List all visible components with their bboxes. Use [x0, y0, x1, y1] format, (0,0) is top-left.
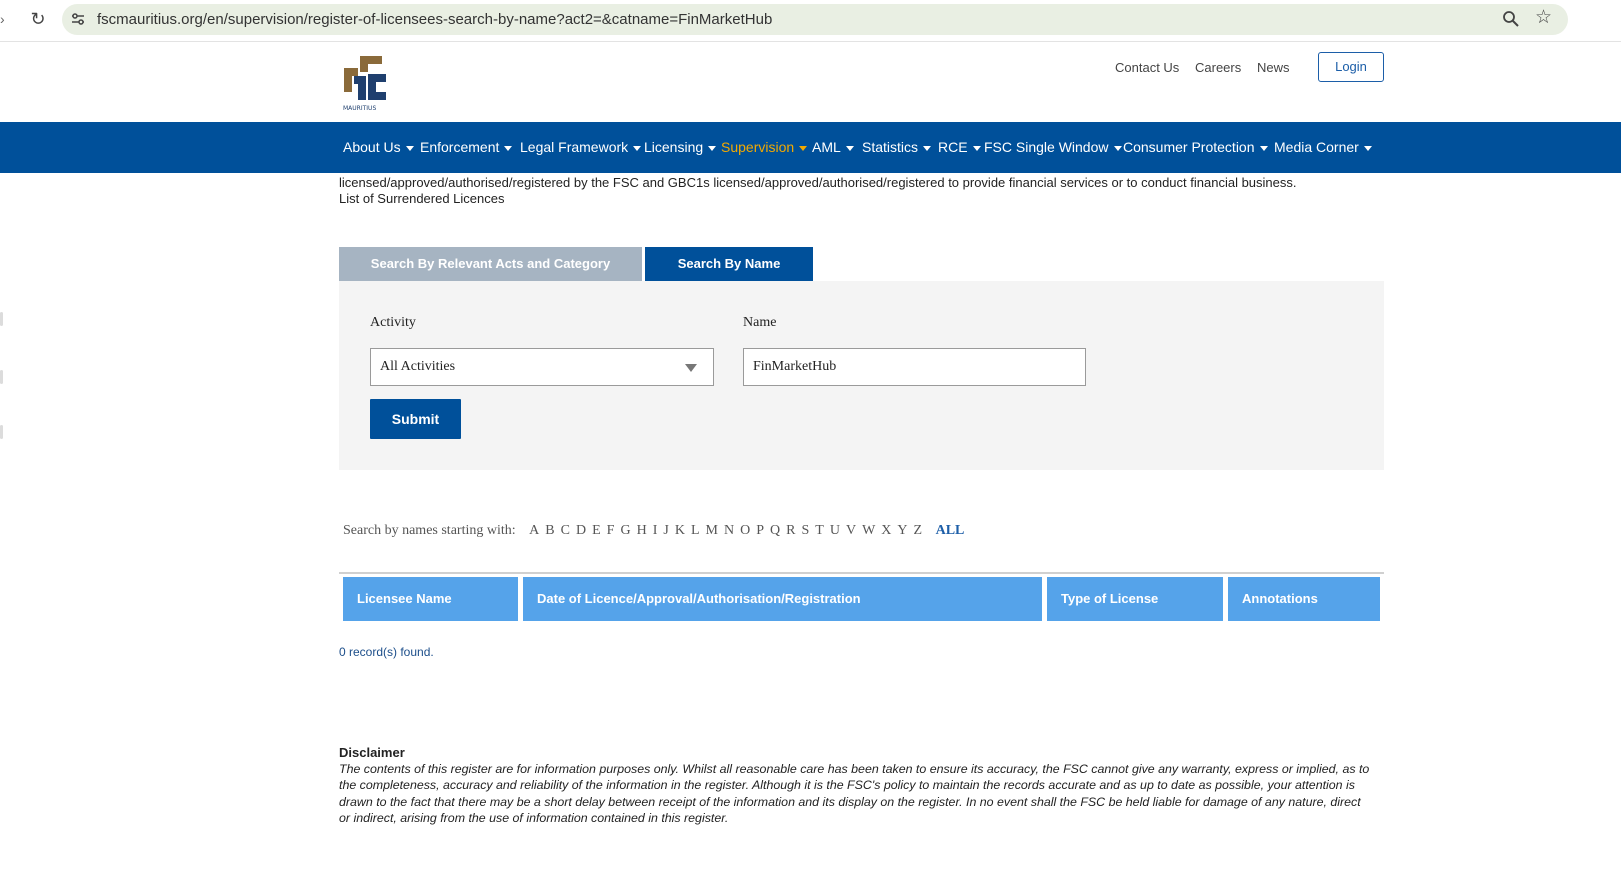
intro-text: licensed/approved/authorised/registered …: [339, 175, 1297, 190]
disclaimer-text: or indirect, arising from the use of inf…: [339, 811, 729, 825]
alphabet-letter-s[interactable]: S: [801, 523, 809, 539]
fsc-logo[interactable]: MAURITIUS: [340, 52, 390, 112]
caret-down-icon: [1259, 146, 1268, 151]
tab-search-by-acts[interactable]: Search By Relevant Acts and Category: [339, 247, 642, 281]
alphabet-letter-d[interactable]: D: [576, 523, 586, 539]
nav-media-corner[interactable]: Media Corner: [1274, 139, 1372, 155]
alphabet-letter-n[interactable]: N: [724, 523, 734, 539]
name-input[interactable]: FinMarketHub: [743, 348, 1086, 386]
browser-toolbar: › ↻ fscmauritius.org/en/supervision/regi…: [0, 0, 1621, 42]
nav-fsc-single-window[interactable]: FSC Single Window: [984, 139, 1122, 155]
alphabet-letter-f[interactable]: F: [607, 523, 615, 539]
alphabet-letter-u[interactable]: U: [830, 523, 840, 539]
caret-down-icon: [845, 146, 854, 151]
alphabet-letter-l[interactable]: L: [691, 523, 700, 539]
alphabet-letter-z[interactable]: Z: [914, 523, 923, 539]
nav-rce[interactable]: RCE: [938, 139, 981, 155]
caret-down-icon: [633, 146, 642, 151]
name-label: Name: [743, 315, 777, 330]
alphabet-all-link[interactable]: ALL: [936, 523, 965, 539]
nav-enforcement[interactable]: Enforcement: [420, 139, 513, 155]
nav-consumer-protection[interactable]: Consumer Protection: [1123, 139, 1268, 155]
activity-select-value: All Activities: [380, 359, 456, 374]
url-text[interactable]: fscmauritius.org/en/supervision/register…: [97, 11, 772, 28]
nav-legal-framework[interactable]: Legal Framework: [520, 139, 642, 155]
reload-icon[interactable]: ↻: [28, 9, 48, 29]
th-licensee-name[interactable]: Licensee Name: [343, 577, 518, 621]
alphabet-letter-p[interactable]: P: [756, 523, 764, 539]
edge-handle: [0, 425, 3, 439]
alphabet-letter-g[interactable]: G: [620, 523, 630, 539]
alphabet-letter-w[interactable]: W: [862, 523, 875, 539]
dropdown-arrow-icon: [685, 364, 697, 372]
bookmark-star-icon[interactable]: ☆: [1535, 8, 1552, 28]
edge-handle: [0, 312, 3, 326]
disclaimer-text: The contents of this register are for in…: [339, 762, 1370, 776]
disclaimer-text: the completeness, accuracy and reliabili…: [339, 778, 1355, 792]
submit-button[interactable]: Submit: [370, 399, 461, 439]
edge-handle: [0, 370, 3, 384]
alphabet-letter-e[interactable]: E: [592, 523, 601, 539]
nav-about-us[interactable]: About Us: [343, 139, 414, 155]
caret-down-icon: [972, 146, 981, 151]
disclaimer-title: Disclaimer: [339, 745, 405, 760]
caret-down-icon: [1113, 146, 1122, 151]
th-type-of-license[interactable]: Type of License: [1047, 577, 1223, 621]
nav-aml[interactable]: AML: [812, 139, 854, 155]
records-count: 0 record(s) found.: [339, 645, 434, 659]
caret-down-icon: [799, 146, 808, 151]
alphabet-letter-x[interactable]: X: [881, 523, 891, 539]
activity-select[interactable]: All Activities: [370, 348, 714, 386]
nav-supervision[interactable]: Supervision: [721, 139, 808, 155]
contact-us-link[interactable]: Contact Us: [1115, 60, 1179, 75]
alphabet-letter-j[interactable]: J: [663, 523, 668, 539]
logo-caption: MAURITIUS: [343, 105, 376, 112]
caret-down-icon: [923, 146, 932, 151]
forward-arrow-icon[interactable]: ›: [0, 11, 10, 31]
alphabet-filter: Search by names starting with: ABCDEFGHI…: [343, 523, 964, 539]
alphabet-letter-a[interactable]: A: [529, 523, 539, 539]
alphabet-letter-v[interactable]: V: [846, 523, 856, 539]
activity-label: Activity: [370, 315, 416, 330]
alphabet-letter-q[interactable]: Q: [770, 523, 780, 539]
alphabet-label: Search by names starting with:: [343, 523, 516, 538]
th-annotations[interactable]: Annotations: [1228, 577, 1380, 621]
caret-down-icon: [708, 146, 717, 151]
main-navigation: About Us Enforcement Legal Framework Lic…: [0, 122, 1621, 173]
nav-licensing[interactable]: Licensing: [644, 139, 717, 155]
alphabet-letter-i[interactable]: I: [653, 523, 658, 539]
news-link[interactable]: News: [1257, 60, 1290, 75]
tab-search-by-name[interactable]: Search By Name: [645, 247, 813, 281]
surrendered-licences-link[interactable]: List of Surrendered Licences: [339, 191, 504, 206]
disclaimer-text: drawn to the fact that there may be a sh…: [339, 795, 1361, 809]
alphabet-letter-k[interactable]: K: [675, 523, 685, 539]
th-date-of-licence[interactable]: Date of Licence/Approval/Authorisation/R…: [523, 577, 1042, 621]
zoom-icon[interactable]: [1502, 10, 1520, 28]
alphabet-letter-r[interactable]: R: [786, 523, 795, 539]
alphabet-letter-c[interactable]: C: [561, 523, 570, 539]
caret-down-icon: [405, 146, 414, 151]
nav-statistics[interactable]: Statistics: [862, 139, 932, 155]
alphabet-letter-t[interactable]: T: [815, 523, 824, 539]
alphabet-letter-y[interactable]: Y: [897, 523, 907, 539]
login-button[interactable]: Login: [1318, 52, 1384, 82]
caret-down-icon: [504, 146, 513, 151]
alphabet-letter-b[interactable]: B: [545, 523, 554, 539]
site-info-icon[interactable]: [70, 11, 86, 27]
alphabet-letters: ABCDEFGHIJKLMNOPQRSTUVWXYZ: [529, 523, 928, 538]
alphabet-letter-o[interactable]: O: [740, 523, 750, 539]
table-top-rule: [339, 572, 1384, 574]
alphabet-letter-m[interactable]: M: [706, 523, 718, 539]
address-bar[interactable]: fscmauritius.org/en/supervision/register…: [62, 4, 1568, 35]
search-form: Activity Name All Activities FinMarketHu…: [339, 281, 1384, 470]
careers-link[interactable]: Careers: [1195, 60, 1241, 75]
alphabet-letter-h[interactable]: H: [637, 523, 647, 539]
caret-down-icon: [1363, 146, 1372, 151]
